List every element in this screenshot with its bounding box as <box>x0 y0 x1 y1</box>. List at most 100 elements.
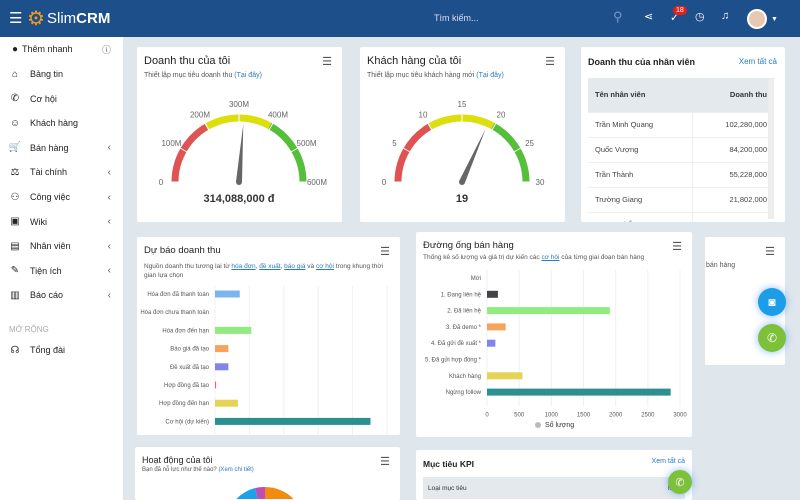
staff-table: Tên nhân viên Doanh thu Trần Minh Quang 102… <box>588 78 774 222</box>
card-subtitle: Bạn đã nỗ lực như thế nào? (Xem chi tiết… <box>142 467 254 473</box>
activity-card: Hoạt động của tôi ☰ Bạn đã nỗ lực như th… <box>135 447 400 500</box>
gauge-tick-label: 5 <box>392 139 397 148</box>
call-button[interactable]: ✆ <box>758 324 786 352</box>
sidebar-item-8[interactable]: ✎ Tiện ích ‹ <box>0 259 123 283</box>
cart-icon: 🛒 <box>8 142 22 154</box>
bar <box>215 345 229 353</box>
chart-icon: ▥ <box>10 289 20 301</box>
share-icon[interactable]: ⋖ <box>644 10 653 23</box>
gauge-tick-label: 400M <box>268 110 288 119</box>
caret-down-icon[interactable]: ▼ <box>771 16 778 23</box>
legend-marker <box>535 422 541 428</box>
view-all-link[interactable]: Xem tất cả <box>652 458 685 465</box>
y-category-label: 2. Đã liên hệ <box>447 309 481 315</box>
id-card-icon: ▤ <box>10 240 20 252</box>
quick-add-button[interactable]: ● Thêm nhanh ⓘ <box>0 37 123 61</box>
sidebar-item-6[interactable]: ▣ Wiki ‹ <box>0 210 123 234</box>
table-row[interactable]: Trường Giang 21,802,000 <box>588 187 774 213</box>
sidebar-item-label: Báo cáo <box>30 290 64 301</box>
home-icon: ⌂ <box>11 68 19 80</box>
chevron-left-icon: ‹ <box>107 216 111 228</box>
bar <box>487 372 523 380</box>
kpi-table-header: Loại mục tiêuMục <box>423 477 685 499</box>
sidebar-item-0[interactable]: ⌂ Bảng tin <box>0 62 123 86</box>
sidebar-item-3[interactable]: 🛒 Bán hàng ‹ <box>0 136 123 160</box>
legend-label: Số lượng <box>545 420 574 429</box>
sidebar-item-label: Tài chính <box>30 167 68 178</box>
set-target-link[interactable]: (Tại đây) <box>476 72 504 79</box>
sidebar-item-1[interactable]: ✆ Cơ hội <box>0 87 123 111</box>
gauge-tick-label: 300M <box>229 100 249 109</box>
forecast-card: Dự báo doanh thu ☰ Nguồn doanh thu tương… <box>137 237 400 435</box>
wrench-icon: ✎ <box>10 265 20 277</box>
card-title: Doanh thu của tôi <box>144 55 231 67</box>
sidebar-item-7[interactable]: ▤ Nhân viên ‹ <box>0 234 123 258</box>
bar <box>215 381 217 389</box>
sidebar-item-9[interactable]: ▥ Báo cáo ‹ <box>0 283 123 307</box>
call-button-secondary[interactable]: ✆ <box>668 470 692 494</box>
sidebar-item-2[interactable]: ☺ Khách hàng <box>0 111 123 135</box>
bar <box>487 323 506 331</box>
menu-icon[interactable]: ☰ <box>545 55 555 68</box>
table-row[interactable]: Quang Thắng18,780,000 <box>588 212 774 222</box>
set-target-link[interactable]: (Tại đây) <box>234 72 262 79</box>
card-title: Doanh thu của nhân viên <box>588 57 696 67</box>
gauge-tick-label: 500M <box>297 139 317 148</box>
menu-icon[interactable]: ☰ <box>322 55 332 68</box>
sidebar-item-label: Khách hàng <box>30 118 79 129</box>
gauge-band <box>491 122 530 183</box>
pie-slice[interactable] <box>265 487 294 499</box>
table-row[interactable]: Trần Minh Quang 102,280,000 <box>588 112 774 138</box>
bell-icon[interactable]: ♫ <box>721 10 729 22</box>
menu-icon[interactable]: ☰ <box>765 245 775 258</box>
y-category-label: Hóa đơn đến hạn <box>162 328 209 334</box>
sidebar-item-label: Bán hàng <box>30 142 69 153</box>
sidebar-item-switchboard[interactable]: ☊ Tổng đài <box>0 338 123 362</box>
bar <box>215 399 238 407</box>
notification-badge: 18 <box>673 6 687 15</box>
chevron-left-icon: ‹ <box>107 142 111 154</box>
scrollbar[interactable] <box>768 79 774 219</box>
x-tick-label: 1000 <box>545 412 559 418</box>
y-category-label: Báo giá đã tạo <box>170 347 209 353</box>
sidebar-item-4[interactable]: ⚖ Tài chính ‹ <box>0 160 123 184</box>
search-icon[interactable]: ⚲ <box>613 9 623 25</box>
gauge-band <box>171 123 209 183</box>
chevron-left-icon: ‹ <box>107 240 111 252</box>
bar <box>487 388 671 396</box>
y-category-label: Ngừng follow <box>446 390 482 396</box>
y-category-label: Hợp đồng đã tạo <box>164 383 210 389</box>
y-category-label: Hóa đơn đã thanh toán <box>147 292 209 298</box>
scale-icon: ⚖ <box>10 166 20 178</box>
headphones-icon: ☊ <box>10 344 20 356</box>
view-all-link[interactable]: Xem tất cả <box>739 57 777 66</box>
plus-circle-icon: ● <box>11 43 19 55</box>
pie-slice[interactable] <box>236 488 258 499</box>
bar <box>215 417 371 425</box>
menu-icon[interactable]: ☰ <box>380 455 390 468</box>
gauge-tick-label: 600M <box>307 178 327 187</box>
y-category-label: Cơ hội (dự kiến) <box>165 419 209 425</box>
chatbot-button[interactable]: ◙ <box>758 288 786 316</box>
phone-icon: ✆ <box>675 476 685 489</box>
gauge-value: 314,088,000 đ <box>204 193 275 205</box>
gauge-needle <box>459 129 486 184</box>
clock-icon[interactable]: ◷ <box>695 10 705 23</box>
gauge-tick-label: 100M <box>161 139 181 148</box>
table-row[interactable]: Quốc Vượng 84,200,000 <box>588 137 774 163</box>
avatar[interactable] <box>747 9 767 29</box>
sidebar: ● Thêm nhanh ⓘ ⌂ Bảng tin ✆ Cơ hội ☺ Khách hàng… <box>0 37 123 500</box>
app-logo[interactable]: SlimCRM <box>47 10 110 27</box>
pipeline-card: Đường ống bán hàng ☰ Thống kê số lượng v… <box>416 232 692 437</box>
activity-pie-chart <box>236 486 294 499</box>
handshake-icon: ⚇ <box>10 191 20 203</box>
bar <box>487 307 610 315</box>
search-input[interactable]: Tìm kiếm... <box>434 13 479 23</box>
x-tick-label: 1500 <box>577 412 591 418</box>
hamburger-menu-icon[interactable]: ☰ <box>9 9 22 27</box>
table-row[interactable]: Trần Thành 55,228,000 <box>588 162 774 188</box>
wiki-icon: ▣ <box>10 216 20 228</box>
sidebar-item-5[interactable]: ⚇ Công việc ‹ <box>0 185 123 209</box>
help-icon[interactable]: ⓘ <box>102 43 111 56</box>
gauge-tick-label: 0 <box>382 178 387 187</box>
